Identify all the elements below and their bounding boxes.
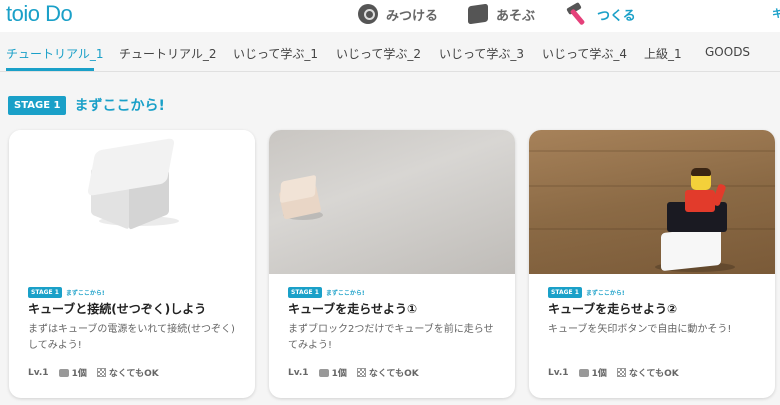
cube-on-floor-photo (269, 130, 515, 274)
card-cube-count: 1個 (331, 369, 347, 379)
stage-title: まずここから! (74, 98, 165, 114)
nav-play[interactable]: あそぶ (468, 3, 536, 25)
card-stage-tag: STAGE 1 まずここから! (288, 287, 365, 298)
card-cube-count: 1個 (591, 369, 607, 379)
card-stage-title: まずここから! (65, 290, 105, 297)
tab-ijitte-2[interactable]: いじって学ぶ_2 (336, 45, 421, 62)
active-tab-indicator (6, 68, 94, 71)
tab-tutorial-2[interactable]: チュートリアル_2 (119, 45, 217, 62)
card-cube-count: 1個 (71, 369, 87, 379)
tab-tutorial-1[interactable]: チュートリアル_1 (6, 45, 104, 62)
discover-icon (358, 4, 378, 24)
card-stage-title: まずここから! (585, 290, 625, 297)
mat-icon (96, 368, 106, 377)
card-title: キューブを走らせよう① (288, 302, 418, 316)
main-nav: みつける あそぶ つくる (358, 0, 636, 28)
cube-count-icon (58, 368, 69, 377)
nav-discover[interactable]: みつける (358, 4, 438, 24)
card-stage-tag: STAGE 1 まずここから! (28, 287, 105, 298)
tab-advanced-1[interactable]: 上級_1 (644, 45, 682, 62)
card-level: Lv.1 (548, 367, 569, 378)
card-meta: Lv.1 1個 なくてもOK (288, 366, 419, 380)
tab-ijitte-4[interactable]: いじって学ぶ_4 (542, 45, 627, 62)
card-level: Lv.1 (288, 367, 309, 378)
card-mat: なくてもOK (108, 369, 159, 379)
hammer-icon (565, 1, 589, 26)
card-meta: Lv.1 1個 なくてもOK (28, 366, 159, 380)
nav-create[interactable]: つくる (565, 1, 636, 26)
card-stage-badge: STAGE 1 (28, 287, 62, 298)
top-right-link[interactable]: キ (772, 5, 780, 21)
stage-header: STAGE 1 まずここから! (8, 95, 165, 115)
card-stage-title: まずここから! (325, 290, 365, 297)
stage-badge: STAGE 1 (8, 95, 67, 115)
card-description: キューブを矢印ボタンで自由に動かそう! (548, 324, 732, 335)
lesson-card-connect[interactable]: STAGE 1 まずここから! キューブと接続(せつぞく)しよう まずはキューブ… (9, 130, 255, 398)
mat-icon (356, 368, 366, 377)
lesson-card-run-1[interactable]: STAGE 1 まずここから! キューブを走らせよう① まずブロック2つだけでキ… (269, 130, 515, 398)
cube-count-icon (578, 368, 589, 377)
cube-count-icon (318, 368, 329, 377)
card-stage-tag: STAGE 1 まずここから! (548, 287, 625, 298)
card-title: キューブを走らせよう② (548, 302, 678, 316)
card-description: まずはキューブの電源をいれて接続(せつぞく)してみよう! (28, 324, 235, 351)
course-tabs: チュートリアル_1 チュートリアル_2 いじって学ぶ_1 いじって学ぶ_2 いじ… (0, 32, 780, 72)
card-stage-badge: STAGE 1 (288, 287, 322, 298)
nav-discover-label: みつける (386, 8, 439, 24)
card-level: Lv.1 (28, 367, 49, 378)
card-mat: なくてもOK (628, 369, 679, 379)
nav-create-label: つくる (597, 8, 636, 24)
mat-icon (616, 368, 626, 377)
tab-goods[interactable]: GOODS (705, 45, 750, 59)
app-logo[interactable]: toio Do (6, 1, 73, 27)
lego-cube-photo (529, 130, 775, 274)
play-cube-icon (468, 3, 489, 25)
card-meta: Lv.1 1個 なくてもOK (548, 366, 679, 380)
card-mat: なくてもOK (368, 369, 419, 379)
cube-photo (9, 130, 255, 274)
top-bar: toio Do みつける あそぶ つくる キ (0, 0, 780, 32)
card-description: まずブロック2つだけでキューブを前に走らせてみよう! (288, 324, 494, 351)
lesson-card-run-2[interactable]: STAGE 1 まずここから! キューブを走らせよう② キューブを矢印ボタンで自… (529, 130, 775, 398)
tab-ijitte-3[interactable]: いじって学ぶ_3 (439, 45, 524, 62)
card-stage-badge: STAGE 1 (548, 287, 582, 298)
tab-ijitte-1[interactable]: いじって学ぶ_1 (233, 45, 318, 62)
nav-play-label: あそぶ (496, 8, 536, 24)
card-title: キューブと接続(せつぞく)しよう (28, 302, 207, 316)
